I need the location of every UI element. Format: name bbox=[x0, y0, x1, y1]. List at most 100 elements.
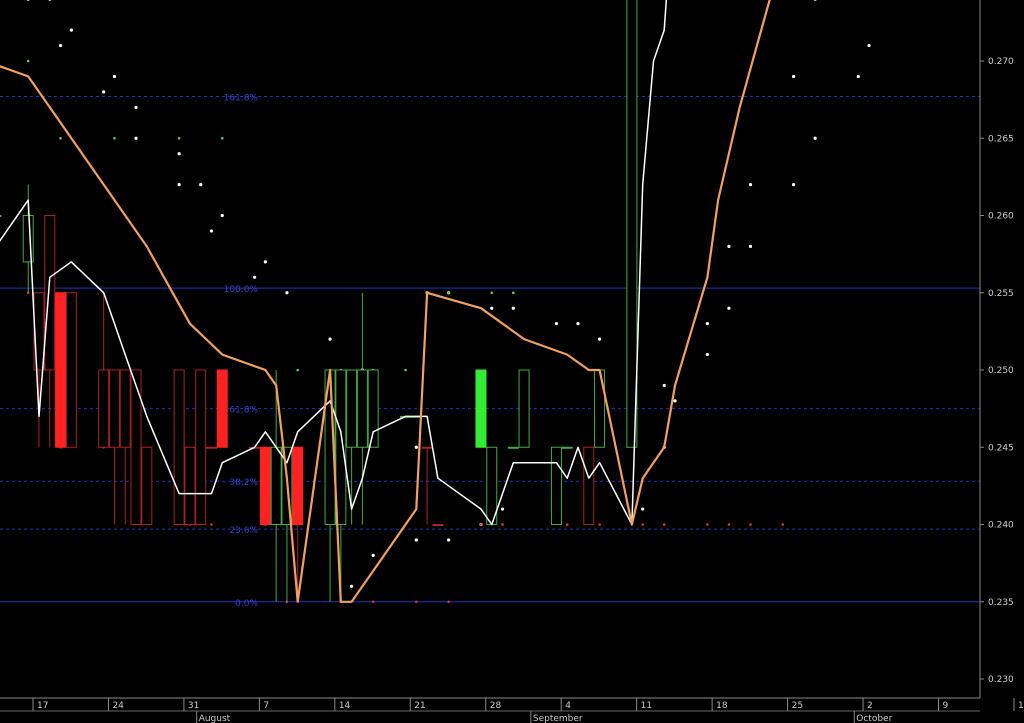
indicator-dot bbox=[641, 507, 645, 511]
month-label: September bbox=[533, 714, 583, 723]
indicator-dot bbox=[813, 136, 817, 140]
indicator-dot bbox=[565, 523, 569, 526]
month-label: October bbox=[856, 714, 892, 723]
candle-body bbox=[119, 369, 131, 448]
indicator-dot bbox=[285, 291, 289, 295]
indicator-dot bbox=[414, 445, 418, 449]
indicator-dot bbox=[576, 322, 580, 326]
date-tick-label: 14 bbox=[339, 701, 351, 711]
candle-body bbox=[259, 446, 271, 525]
candle-body bbox=[184, 446, 196, 525]
candle-body bbox=[518, 369, 530, 448]
indicator-dot bbox=[220, 213, 224, 218]
fib-label: 23.6% bbox=[229, 526, 258, 536]
date-tick-label: 7 bbox=[263, 701, 269, 711]
date-tick-label: 21 bbox=[414, 701, 425, 711]
price-tick-label: 0.230 bbox=[988, 675, 1014, 685]
candle-body bbox=[98, 369, 110, 448]
date-tick-label: 25 bbox=[792, 701, 803, 711]
indicator-dot bbox=[673, 399, 677, 403]
candle-body bbox=[356, 369, 368, 448]
fib-label: 38.2% bbox=[229, 478, 258, 488]
indicator-dot bbox=[727, 523, 731, 526]
candle-body bbox=[292, 446, 304, 525]
indicator-dot bbox=[328, 337, 332, 341]
indicator-dot bbox=[727, 244, 731, 248]
indicator-dot bbox=[404, 368, 407, 372]
candle-body bbox=[421, 446, 433, 449]
candle-body bbox=[195, 369, 207, 525]
candle-body bbox=[367, 369, 379, 448]
fib-label: 0.0% bbox=[235, 599, 258, 609]
indicator-dot bbox=[598, 523, 601, 526]
indicator-dot bbox=[414, 538, 418, 542]
chart-background bbox=[0, 0, 1024, 723]
indicator-dot bbox=[263, 260, 267, 264]
chart-window: 261.8%161.8%100.0%61.8%38.2%23.6%0.0% DN… bbox=[0, 0, 1024, 723]
indicator-dot bbox=[26, 59, 30, 63]
candle-body bbox=[335, 369, 347, 525]
indicator-dot bbox=[371, 553, 375, 558]
indicator-dot bbox=[253, 275, 257, 279]
price-tick-label: 0.265 bbox=[988, 134, 1014, 144]
candle-body bbox=[550, 446, 562, 525]
indicator-dot bbox=[350, 584, 354, 588]
candle-body bbox=[205, 446, 217, 449]
indicator-dot bbox=[447, 291, 450, 295]
indicator-dot bbox=[134, 105, 138, 109]
fib-label: 100.0% bbox=[224, 285, 259, 295]
price-chart[interactable]: 261.8%161.8%100.0%61.8%38.2%23.6%0.0% DN… bbox=[0, 0, 1024, 723]
indicator-dot bbox=[415, 600, 418, 604]
indicator-dot bbox=[662, 523, 666, 526]
date-tick-label: 24 bbox=[112, 701, 124, 711]
candle-body bbox=[108, 369, 120, 448]
indicator-dot bbox=[490, 306, 494, 310]
date-tick-label: 16 bbox=[1018, 701, 1024, 711]
candle-body bbox=[22, 215, 34, 263]
month-label: August bbox=[199, 714, 231, 723]
indicator-dot bbox=[447, 600, 450, 604]
fib-label: 161.8% bbox=[224, 94, 259, 104]
indicator-dot bbox=[199, 183, 203, 187]
candle-body bbox=[216, 369, 228, 448]
candle-body bbox=[346, 369, 358, 448]
indicator-dot bbox=[705, 352, 709, 357]
candle-body bbox=[44, 215, 56, 371]
indicator-dot bbox=[479, 523, 483, 526]
indicator-dot bbox=[792, 74, 796, 79]
indicator-dot bbox=[210, 523, 213, 526]
indicator-dot bbox=[102, 90, 106, 94]
indicator-dot bbox=[490, 291, 494, 295]
candle-body bbox=[65, 292, 77, 448]
date-tick-label: 11 bbox=[641, 701, 652, 711]
indicator-dot bbox=[177, 152, 181, 156]
indicator-dot bbox=[69, 28, 73, 32]
indicator-dot bbox=[662, 383, 666, 388]
indicator-dot bbox=[781, 523, 785, 526]
candle-body bbox=[0, 215, 2, 217]
indicator-dot bbox=[867, 43, 871, 48]
indicator-dot bbox=[749, 523, 752, 526]
date-tick-label: 9 bbox=[943, 701, 949, 711]
indicator-dot bbox=[748, 244, 753, 248]
price-tick-label: 0.270 bbox=[988, 57, 1014, 67]
date-tick-label: 28 bbox=[490, 701, 502, 711]
candle-body bbox=[130, 369, 142, 525]
candle-body bbox=[141, 446, 153, 525]
indicator-dot bbox=[177, 183, 181, 187]
indicator-dot bbox=[501, 523, 504, 526]
indicator-dot bbox=[706, 523, 709, 526]
price-tick-label: 0.260 bbox=[988, 212, 1014, 222]
fib-label: 61.8% bbox=[229, 406, 258, 416]
date-tick-label: 17 bbox=[37, 701, 48, 711]
indicator-dot bbox=[59, 136, 62, 140]
date-tick-label: 4 bbox=[565, 701, 571, 711]
candle-body bbox=[626, 0, 638, 448]
indicator-dot bbox=[512, 291, 515, 295]
date-tick-label: 31 bbox=[188, 701, 199, 711]
candle-body bbox=[432, 524, 444, 526]
candle-body bbox=[583, 446, 595, 525]
indicator-dot bbox=[511, 306, 515, 310]
indicator-dot bbox=[134, 136, 138, 140]
date-tick-label: 18 bbox=[716, 701, 728, 711]
